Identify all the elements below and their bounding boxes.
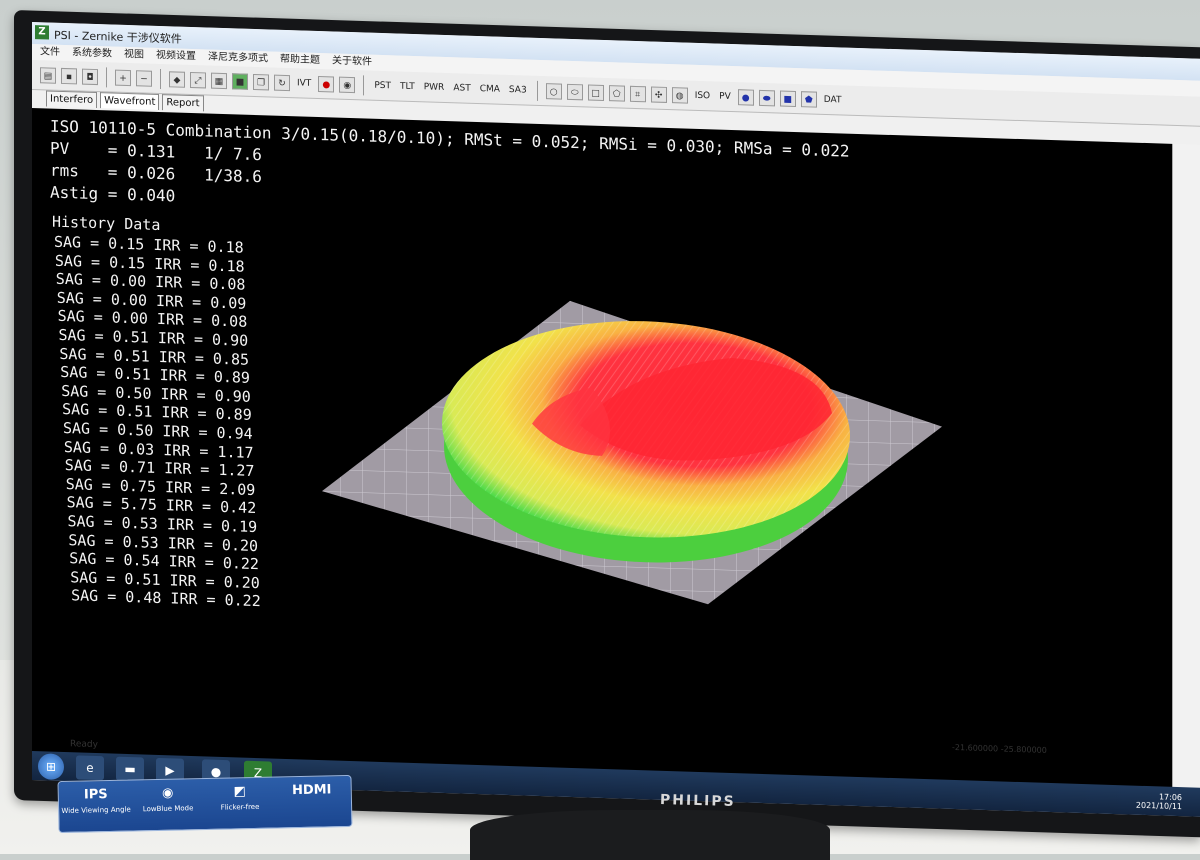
toolbar-separator — [160, 68, 161, 89]
toolbar-separator — [106, 66, 107, 87]
mask-icon[interactable]: ◆ — [169, 70, 185, 88]
menu-view[interactable]: 视图 — [124, 47, 144, 64]
eye-icon[interactable]: ◉ — [339, 76, 356, 93]
monitor-stand — [470, 810, 830, 860]
menu-file[interactable]: 文件 — [40, 44, 60, 61]
pv-button[interactable]: PV — [717, 91, 733, 101]
tab-wavefront[interactable]: Wavefront — [100, 92, 160, 111]
surface-3d-plot — [322, 300, 942, 605]
ellipse-icon[interactable]: ⬭ — [566, 83, 583, 100]
save-icon[interactable]: ▪ — [61, 67, 77, 84]
copy-icon[interactable]: ❐ — [253, 73, 269, 90]
open-folder-icon[interactable]: ▤ — [40, 66, 56, 84]
right-side-panel[interactable] — [1172, 143, 1200, 795]
menu-zernike[interactable]: 泽尼克多项式 — [208, 50, 268, 68]
circle-icon[interactable]: ○ — [545, 82, 562, 100]
sticker-flicker: ◩ Flicker-free — [205, 784, 276, 812]
move-icon[interactable]: ✣ — [650, 85, 667, 103]
sticker-ips: IPS Wide Viewing Angle — [61, 787, 131, 816]
menu-help[interactable]: 帮助主题 — [280, 52, 320, 69]
zoom-out-icon[interactable]: − — [136, 69, 152, 87]
pwr-button[interactable]: PWR — [422, 82, 447, 93]
tray-date: 2021/10/11 — [1135, 800, 1182, 812]
hdmi-icon: HDMI — [291, 782, 332, 799]
fit-icon[interactable]: ⤢ — [190, 71, 206, 88]
toolbar-separator — [363, 74, 365, 95]
camera-icon[interactable]: ◘ — [82, 68, 98, 85]
filled-rectangle-icon[interactable]: ■ — [779, 89, 796, 107]
zoom-in-icon[interactable]: + — [115, 69, 131, 86]
pst-button[interactable]: PST — [372, 80, 393, 91]
sticker-hdmi: HDMI — [277, 782, 347, 802]
flicker-icon: ◩ — [233, 784, 247, 800]
monitor-brand-label: PHILIPS — [659, 792, 736, 810]
filled-pentagon-icon[interactable]: ⬟ — [800, 90, 817, 108]
browser-icon[interactable]: e — [76, 755, 104, 781]
filled-circle-icon[interactable]: ● — [737, 88, 754, 106]
monitor-feature-sticker: IPS Wide Viewing Angle ◉ LowBlue Mode ◩ Fli… — [57, 774, 353, 834]
menu-about[interactable]: 关于软件 — [332, 53, 372, 70]
filled-ellipse-icon[interactable]: ⬬ — [758, 89, 775, 106]
grid-icon[interactable]: ▦ — [211, 72, 227, 89]
iso-button[interactable]: ISO — [693, 90, 712, 101]
refresh-icon[interactable]: ↻ — [274, 74, 290, 91]
tab-interfero[interactable]: Interfero — [46, 90, 98, 109]
ips-icon: IPS — [83, 787, 108, 803]
menu-video-settings[interactable]: 视频设置 — [156, 48, 196, 65]
eye-icon: ◉ — [161, 785, 174, 801]
cma-button[interactable]: CMA — [478, 84, 502, 95]
tlt-button[interactable]: TLT — [398, 81, 417, 92]
app-logo-icon: Z — [35, 25, 49, 40]
wavefront-view[interactable]: ISO 10110-5 Combination 3/0.15(0.18/0.10… — [32, 108, 1172, 794]
tab-report[interactable]: Report — [162, 94, 204, 112]
status-bar-text: Ready — [70, 739, 98, 751]
ivt-button[interactable]: IVT — [295, 78, 313, 89]
monitor-screen: Z PSI - Zernike 干涉仪软件 文件 系统参数 视图 视频设置 泽尼… — [32, 22, 1200, 817]
record-icon[interactable]: ● — [318, 75, 335, 93]
window-title: PSI - Zernike 干涉仪软件 — [54, 28, 182, 46]
menu-system-params[interactable]: 系统参数 — [72, 45, 112, 62]
dat-button[interactable]: DAT — [822, 94, 844, 105]
sa3-button[interactable]: SA3 — [507, 84, 529, 95]
pentagon-icon[interactable]: ⬠ — [608, 84, 625, 102]
folder-icon[interactable]: ▬ — [116, 756, 144, 782]
3d-cube-icon[interactable]: ■ — [232, 72, 248, 90]
sticker-lowblue: ◉ LowBlue Mode — [133, 785, 204, 814]
toolbar-separator — [536, 80, 538, 101]
rectangle-icon[interactable]: □ — [587, 83, 604, 101]
ast-button[interactable]: AST — [451, 83, 472, 94]
crop-icon[interactable]: ⌗ — [629, 85, 646, 102]
start-button-icon[interactable]: ⊞ — [38, 753, 64, 781]
sphere-icon[interactable]: ◍ — [671, 86, 688, 104]
system-tray-clock[interactable]: 17:06 2021/10/11 — [1136, 792, 1182, 811]
